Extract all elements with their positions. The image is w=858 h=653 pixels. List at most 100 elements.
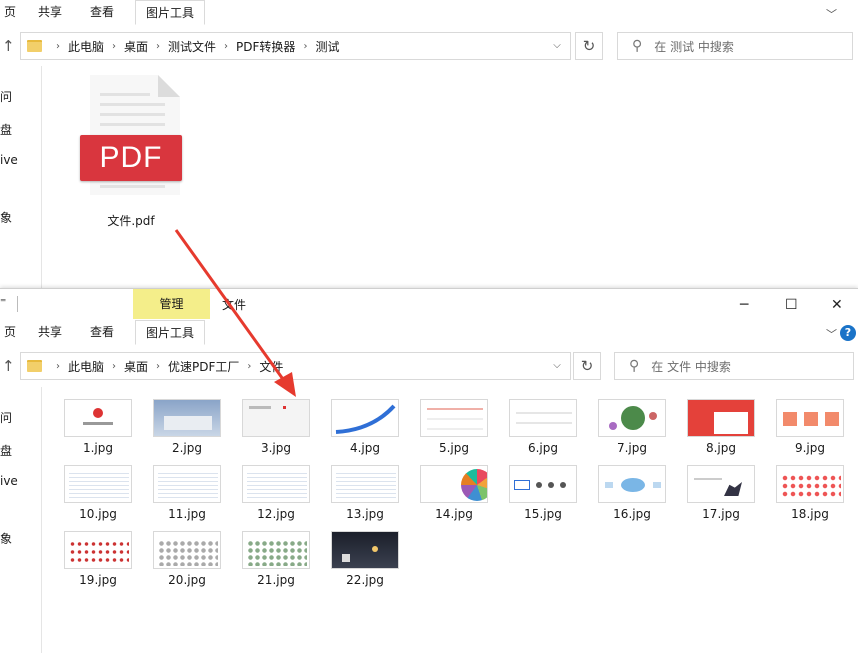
tab-picture-tools[interactable]: 图片工具 [135, 320, 206, 345]
tab-share[interactable]: 共享 [28, 320, 72, 345]
breadcrumb-this-pc[interactable]: 此电脑 [68, 38, 104, 55]
tab-share[interactable]: 共享 [28, 0, 72, 25]
nav-item[interactable]: 问 [0, 409, 12, 426]
tab-view[interactable]: 查看 [80, 320, 124, 345]
nav-item[interactable]: 盘 [0, 121, 12, 138]
file-item[interactable]: 8.jpg [687, 399, 755, 455]
breadcrumb-pdf-converter[interactable]: PDF转换器 [236, 38, 295, 55]
tab-picture-tools[interactable]: 图片工具 [135, 0, 206, 25]
breadcrumb-desktop[interactable]: 桌面 [124, 38, 148, 55]
nav-item[interactable]: 问 [0, 88, 12, 105]
nav-item[interactable]: 象 [0, 209, 12, 226]
chevron-down-icon[interactable]: ﹀ [826, 6, 837, 21]
file-name: 6.jpg [527, 441, 559, 455]
thumbnail [420, 399, 488, 437]
breadcrumb-test[interactable]: 测试 [315, 38, 339, 55]
file-item[interactable]: 21.jpg [242, 531, 310, 587]
address-bar[interactable]: › 此电脑 › 桌面 › 测试文件 › PDF转换器 › 测试 ⌵ [20, 32, 571, 60]
chevron-right-icon: › [247, 360, 252, 372]
refresh-icon[interactable]: ↻ [575, 32, 603, 60]
file-item[interactable]: 5.jpg [420, 399, 488, 455]
help-icon[interactable]: ? [840, 325, 856, 341]
file-name: 2.jpg [171, 441, 203, 455]
chevron-down-icon[interactable]: ﹀ [826, 326, 837, 341]
file-item[interactable]: 6.jpg [509, 399, 577, 455]
breadcrumb-pdf-factory[interactable]: 优速PDF工厂 [168, 358, 239, 375]
file-item[interactable]: 1.jpg [64, 399, 132, 455]
tab-manage[interactable]: 管理 [133, 289, 210, 319]
quick-access-icon[interactable]: ⁼ [0, 295, 6, 309]
window-title: 文件 [222, 298, 247, 312]
file-item[interactable]: 7.jpg [598, 399, 666, 455]
breadcrumb-test-files[interactable]: 测试文件 [168, 38, 216, 55]
file-item[interactable]: 9.jpg [776, 399, 844, 455]
file-item[interactable]: 17.jpg [687, 465, 755, 521]
up-arrow-icon[interactable]: ↑ [2, 37, 15, 55]
tab-view[interactable]: 查看 [80, 0, 124, 25]
file-name: 10.jpg [79, 507, 117, 521]
close-icon[interactable]: ✕ [831, 297, 843, 313]
file-item[interactable]: 13.jpg [331, 465, 399, 521]
search-box[interactable]: ⚲ 在 文件 中搜索 [614, 352, 854, 380]
file-item[interactable]: 19.jpg [64, 531, 132, 587]
nav-item[interactable]: 象 [0, 530, 12, 547]
address-dropdown-icon[interactable]: ⌵ [546, 33, 568, 59]
refresh-icon[interactable]: ↻ [573, 352, 601, 380]
folder-icon [27, 40, 42, 52]
tab-home[interactable]: 页 [0, 320, 26, 345]
nav-item[interactable]: 盘 [0, 442, 12, 459]
file-item[interactable]: 18.jpg [776, 465, 844, 521]
file-item[interactable]: 16.jpg [598, 465, 666, 521]
breadcrumb-this-pc[interactable]: 此电脑 [68, 358, 104, 375]
tab-home[interactable]: 页 [0, 0, 26, 25]
file-item[interactable]: 22.jpg [331, 531, 399, 587]
file-item[interactable]: 12.jpg [242, 465, 310, 521]
minimize-icon[interactable]: ─ [740, 297, 748, 313]
chevron-right-icon: › [156, 40, 161, 52]
breadcrumb-desktop[interactable]: 桌面 [124, 358, 148, 375]
search-placeholder: 在 测试 中搜索 [654, 39, 734, 54]
file-item[interactable]: 20.jpg [153, 531, 221, 587]
thumbnail [776, 399, 844, 437]
thumbnail [64, 531, 132, 569]
address-row: ↑ › 此电脑 › 桌面 › 优速PDF工厂 › 文件 ⌵ ↻ ⚲ 在 文件 中… [0, 347, 858, 385]
maximize-icon[interactable]: ☐ [785, 297, 798, 313]
thumbnail [509, 399, 577, 437]
file-item[interactable]: 10.jpg [64, 465, 132, 521]
file-name: 18.jpg [791, 507, 829, 521]
thumbnail [776, 465, 844, 503]
file-name: 9.jpg [794, 441, 826, 455]
address-dropdown-icon[interactable]: ⌵ [546, 353, 568, 379]
pdf-badge: PDF [80, 135, 182, 181]
file-item[interactable]: 3.jpg [242, 399, 310, 455]
ribbon-tabs: 页 共享 查看 图片工具 [0, 0, 858, 25]
search-box[interactable]: ⚲ 在 测试 中搜索 [617, 32, 853, 60]
file-name: 22.jpg [346, 573, 384, 587]
thumbnail [331, 465, 399, 503]
file-name: 17.jpg [702, 507, 740, 521]
file-item[interactable]: 15.jpg [509, 465, 577, 521]
chevron-right-icon: › [56, 40, 60, 52]
file-name: 7.jpg [616, 441, 648, 455]
address-bar[interactable]: › 此电脑 › 桌面 › 优速PDF工厂 › 文件 ⌵ [20, 352, 571, 380]
file-item[interactable]: 14.jpg [420, 465, 488, 521]
file-item[interactable]: 11.jpg [153, 465, 221, 521]
file-item[interactable]: 4.jpg [331, 399, 399, 455]
thumbnail [153, 531, 221, 569]
breadcrumb-files[interactable]: 文件 [259, 358, 283, 375]
file-name: 5.jpg [438, 441, 470, 455]
thumbnail [153, 399, 221, 437]
up-arrow-icon[interactable]: ↑ [2, 357, 15, 375]
nav-item[interactable]: ive [0, 474, 18, 488]
file-name: 15.jpg [524, 507, 562, 521]
thumbnail [420, 465, 488, 503]
navigation-pane: 问 盘 ive 象 [0, 66, 42, 288]
folder-icon [27, 360, 42, 372]
thumbnail [687, 399, 755, 437]
thumbnail [153, 465, 221, 503]
thumbnail [598, 465, 666, 503]
file-name: 8.jpg [705, 441, 737, 455]
thumbnail [598, 399, 666, 437]
file-item[interactable]: 2.jpg [153, 399, 221, 455]
nav-item[interactable]: ive [0, 153, 18, 167]
